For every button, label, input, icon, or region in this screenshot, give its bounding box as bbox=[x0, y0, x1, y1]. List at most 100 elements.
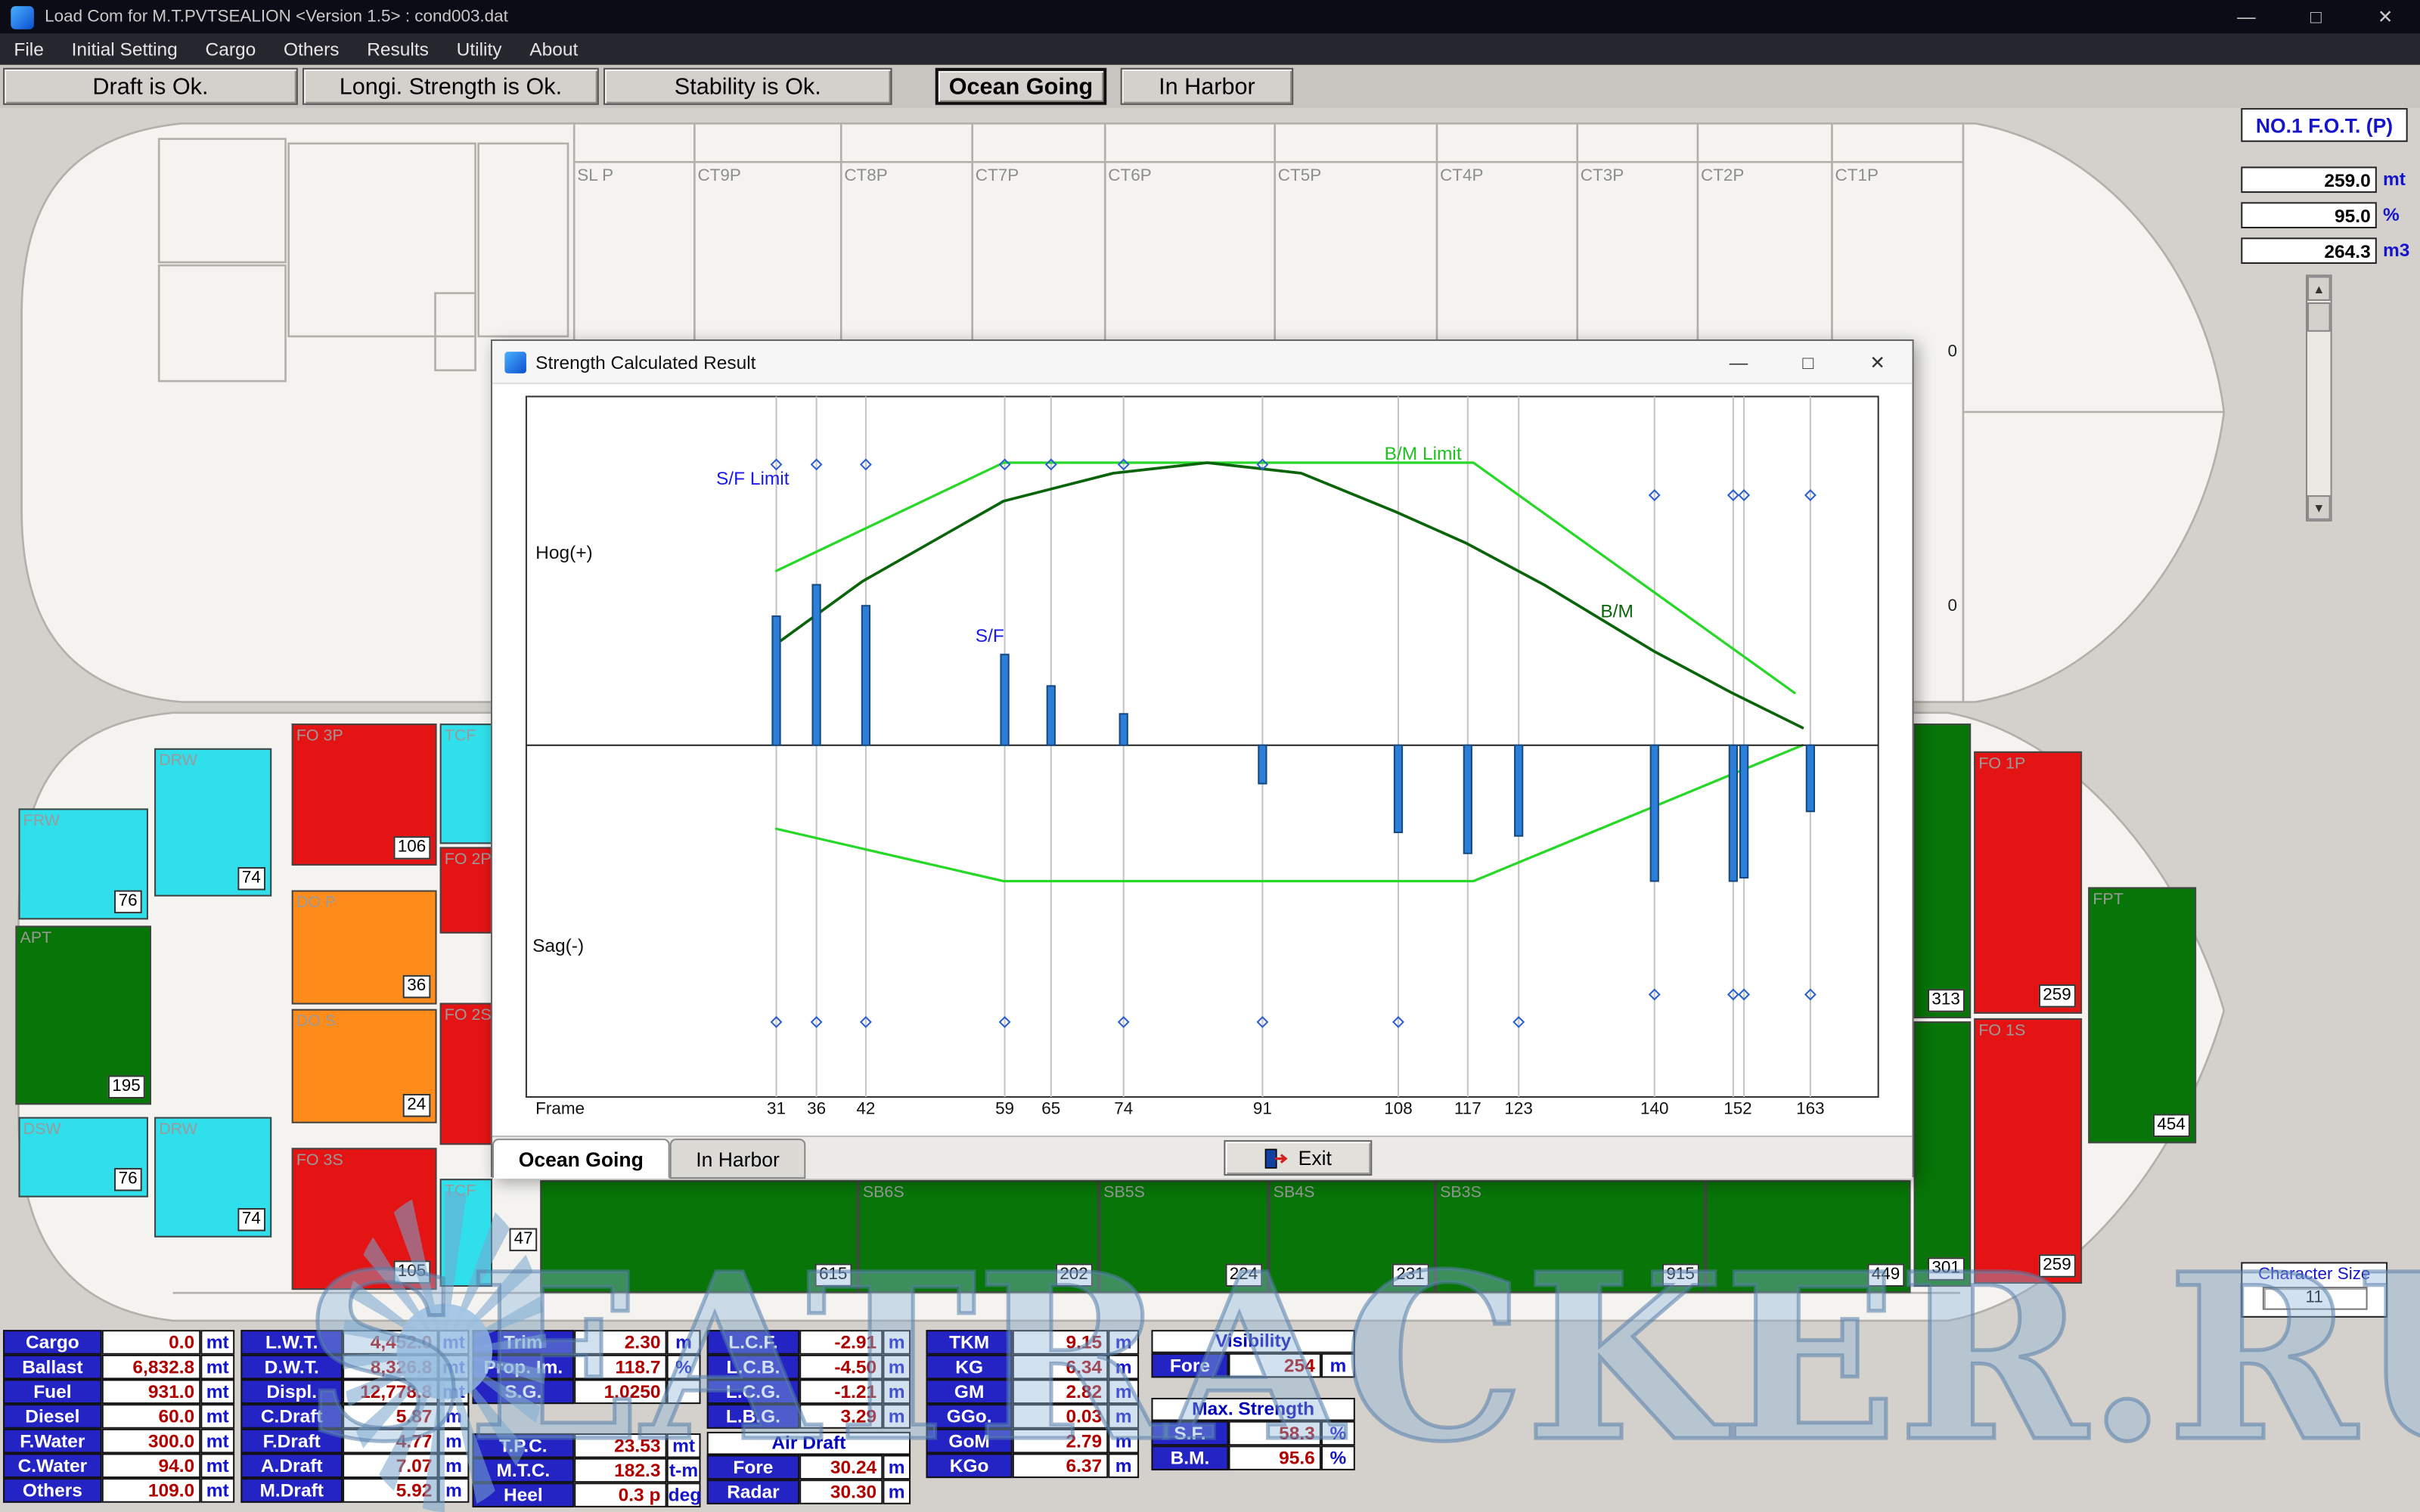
table-row: C.Draft5.87m bbox=[240, 1404, 469, 1429]
dialog-tab-in-harbor[interactable]: In Harbor bbox=[670, 1139, 806, 1179]
table-row: Trim2.30m bbox=[472, 1330, 700, 1355]
sf-bar bbox=[772, 616, 780, 745]
table-stability: TKM9.15mKG6.34mGM2.82mGGo.0.03mGoM2.79mK… bbox=[926, 1330, 1139, 1478]
row-value: 8,326.8 bbox=[343, 1355, 439, 1380]
frame-tick-152: 152 bbox=[1714, 1100, 1761, 1118]
table-row: Cargo0.0mt bbox=[3, 1330, 234, 1355]
maximize-icon[interactable]: □ bbox=[2281, 0, 2350, 34]
row-value: 2.82 bbox=[1013, 1379, 1109, 1404]
table-row: B.M.95.6% bbox=[1151, 1445, 1354, 1470]
row-unit: m bbox=[1108, 1404, 1139, 1429]
sf-bar bbox=[1120, 714, 1128, 745]
minimize-icon[interactable]: — bbox=[2211, 0, 2281, 34]
table-row: S.F.58.3% bbox=[1151, 1421, 1354, 1446]
row-unit: m bbox=[1108, 1355, 1139, 1380]
menu-item-initial-setting[interactable]: Initial Setting bbox=[57, 34, 191, 65]
sf-bar bbox=[1515, 745, 1522, 836]
frame-tick-108: 108 bbox=[1375, 1100, 1421, 1118]
dialog-close-icon[interactable]: ✕ bbox=[1843, 341, 1913, 384]
row-label: L.B.G. bbox=[707, 1404, 799, 1429]
row-label: S.G. bbox=[472, 1379, 574, 1404]
dialog-minimize-icon[interactable]: — bbox=[1704, 341, 1773, 384]
sf-bar bbox=[812, 584, 820, 745]
frame-tick-123: 123 bbox=[1496, 1100, 1542, 1118]
table-trim-group: Trim2.30mProp. Im.118.7%S.G.1.0250 bbox=[472, 1330, 700, 1404]
table-row: L.B.G.3.29m bbox=[707, 1404, 911, 1429]
frame-tick-140: 140 bbox=[1631, 1100, 1677, 1118]
exit-button[interactable]: Exit bbox=[1224, 1140, 1372, 1176]
status-button-in-harbor[interactable]: In Harbor bbox=[1121, 68, 1294, 105]
menu-bar: FileInitial SettingCargoOthersResultsUti… bbox=[0, 34, 2420, 65]
table-lcg-group: L.C.F.-2.91mL.C.B.-4.50mL.C.G.-1.21mL.B.… bbox=[707, 1330, 911, 1429]
table-row: L.C.F.-2.91m bbox=[707, 1330, 911, 1355]
row-label: Others bbox=[3, 1478, 102, 1503]
row-label: Heel bbox=[472, 1483, 574, 1507]
table-row: Fore254m bbox=[1151, 1353, 1354, 1378]
dialog-tab-ocean-going[interactable]: Ocean Going bbox=[492, 1139, 670, 1179]
row-value: 58.3 bbox=[1228, 1421, 1320, 1446]
frame-tick-163: 163 bbox=[1787, 1100, 1833, 1118]
table-row: Diesel60.0mt bbox=[3, 1404, 234, 1429]
row-unit: m bbox=[439, 1453, 470, 1478]
status-button-ocean-going[interactable]: Ocean Going bbox=[935, 68, 1107, 105]
menu-item-others[interactable]: Others bbox=[270, 34, 353, 65]
frame-tick-74: 74 bbox=[1100, 1100, 1146, 1118]
row-label: D.W.T. bbox=[240, 1355, 343, 1380]
sf-bar bbox=[1001, 655, 1008, 745]
sf-bar bbox=[1258, 745, 1266, 784]
menu-item-about[interactable]: About bbox=[516, 34, 592, 65]
row-value: 931.0 bbox=[102, 1379, 201, 1404]
row-value: 12,778.8 bbox=[343, 1379, 439, 1404]
menu-item-cargo[interactable]: Cargo bbox=[191, 34, 269, 65]
chart-plot-area bbox=[526, 396, 1879, 1097]
row-unit: deg bbox=[667, 1483, 701, 1507]
row-value: 6.34 bbox=[1013, 1355, 1109, 1380]
frame-axis-label: Frame bbox=[535, 1100, 585, 1118]
row-value: 118.7 bbox=[574, 1355, 666, 1380]
table-header: Max. Strength bbox=[1151, 1398, 1354, 1421]
table-row: TKM9.15m bbox=[926, 1330, 1139, 1355]
exit-button-label: Exit bbox=[1298, 1146, 1332, 1170]
sf-limit-label: S/F Limit bbox=[716, 467, 790, 489]
table-row: D.W.T.8,326.8mt bbox=[240, 1355, 469, 1380]
row-value: -1.21 bbox=[799, 1379, 883, 1404]
row-value: 9.15 bbox=[1013, 1330, 1109, 1355]
sag-label: Sag(-) bbox=[532, 935, 584, 957]
frame-tick-59: 59 bbox=[982, 1100, 1028, 1118]
row-label: Fore bbox=[707, 1455, 799, 1479]
table-row: Displ.12,778.8mt bbox=[240, 1379, 469, 1404]
frame-tick-42: 42 bbox=[842, 1100, 889, 1118]
menu-item-file[interactable]: File bbox=[0, 34, 57, 65]
sf-label: S/F bbox=[976, 625, 1004, 647]
row-unit: m bbox=[883, 1404, 911, 1429]
dialog-title-bar[interactable]: Strength Calculated Result — □ ✕ bbox=[492, 341, 1913, 384]
frame-tick-91: 91 bbox=[1239, 1100, 1286, 1118]
title-bar: Load Com for M.T.PVTSEALION <Version 1.5… bbox=[0, 0, 2420, 34]
status-button-longi-strength-is-ok[interactable]: Longi. Strength is Ok. bbox=[302, 68, 599, 105]
dialog-maximize-icon[interactable]: □ bbox=[1773, 341, 1843, 384]
table-row: L.C.B.-4.50m bbox=[707, 1355, 911, 1380]
row-label: F.Water bbox=[3, 1429, 102, 1454]
window-controls: — □ ✕ bbox=[2211, 0, 2420, 34]
close-icon[interactable]: ✕ bbox=[2350, 0, 2420, 34]
table-row: L.W.T.4,452.0mt bbox=[240, 1330, 469, 1355]
row-value: 300.0 bbox=[102, 1429, 201, 1454]
table-row: C.Water94.0mt bbox=[3, 1453, 234, 1478]
table-row: Fore30.24m bbox=[707, 1455, 911, 1479]
menu-item-utility[interactable]: Utility bbox=[442, 34, 516, 65]
row-unit: m bbox=[667, 1330, 701, 1355]
sf-bar bbox=[1651, 745, 1658, 881]
row-unit: m bbox=[1108, 1379, 1139, 1404]
dialog-tab-bar: Ocean GoingIn Harbor bbox=[492, 1136, 1913, 1179]
table-row: GGo.0.03m bbox=[926, 1404, 1139, 1429]
table-row: Prop. Im.118.7% bbox=[472, 1355, 700, 1380]
menu-item-results[interactable]: Results bbox=[353, 34, 442, 65]
row-value: 0.0 bbox=[102, 1330, 201, 1355]
table-row: L.C.G.-1.21m bbox=[707, 1379, 911, 1404]
status-button-draft-is-ok[interactable]: Draft is Ok. bbox=[3, 68, 298, 105]
row-unit: mt bbox=[200, 1429, 234, 1454]
row-label: T.P.C. bbox=[472, 1433, 574, 1458]
row-unit: mt bbox=[200, 1478, 234, 1503]
row-unit: % bbox=[1321, 1421, 1355, 1446]
status-button-stability-is-ok[interactable]: Stability is Ok. bbox=[603, 68, 892, 105]
